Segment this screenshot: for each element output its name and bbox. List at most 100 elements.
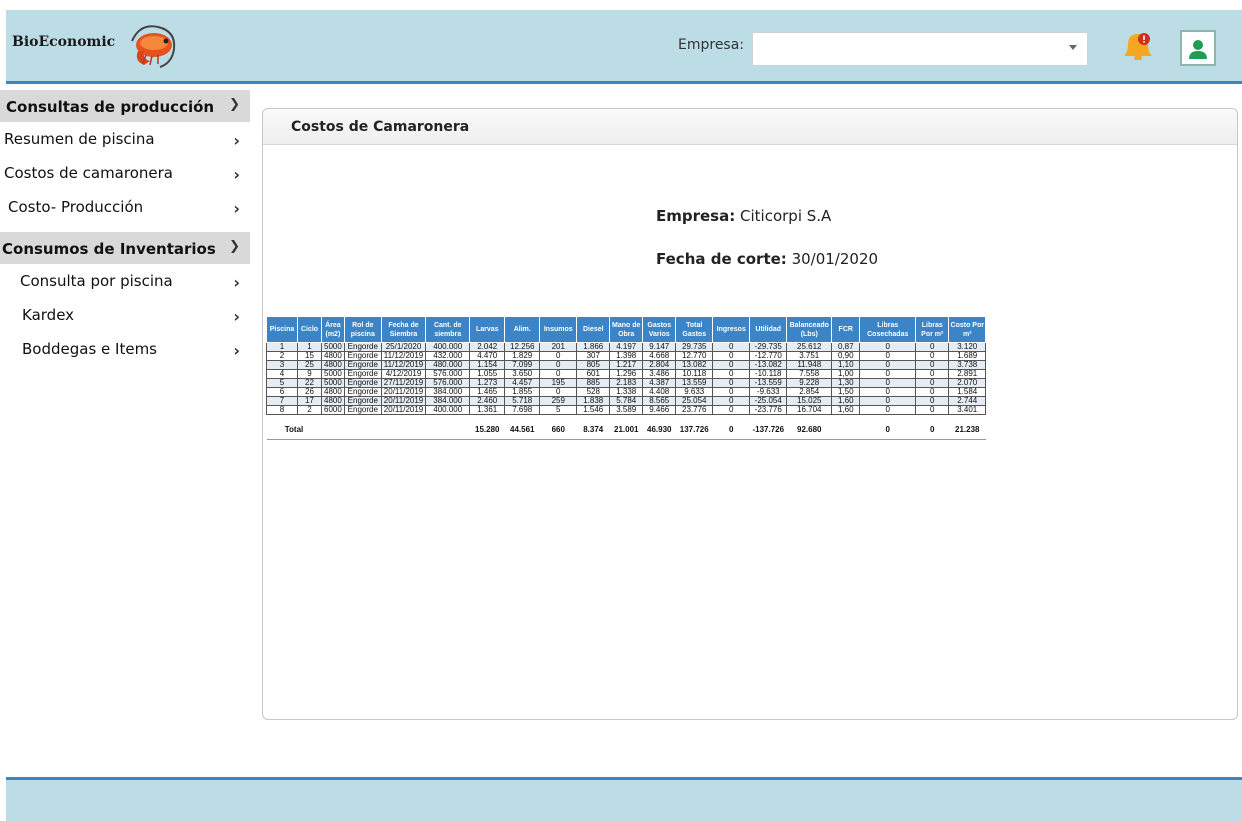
top-header: BioEconomic Empresa: — [6, 10, 1242, 84]
sidebar-group-inventarios[interactable]: Consumos de Inventarios ❯ — [0, 232, 250, 264]
empresa-info-value: Citicorpi S.A — [740, 207, 832, 225]
total-cell — [831, 421, 860, 440]
sidebar-item-kardex[interactable]: Kardex › — [0, 306, 250, 332]
table-cell: 3.401 — [948, 405, 987, 415]
table-cell — [321, 421, 470, 440]
table-cell: 400.000 — [425, 405, 471, 415]
sidebar: Consultas de producción ❯ Resumen de pis… — [0, 90, 250, 366]
fecha-corte-info: Fecha de corte: 30/01/2020 — [656, 250, 878, 268]
chevron-right-icon: › — [233, 341, 240, 360]
table-cell: 3.589 — [609, 405, 644, 415]
column-header: FCR — [831, 316, 861, 343]
total-cell: 8.374 — [576, 421, 610, 440]
fecha-corte-label: Fecha de corte: — [656, 250, 787, 268]
total-cell: 0 — [859, 421, 916, 440]
column-header: Total Gastos — [675, 316, 714, 343]
column-header: Piscina — [266, 316, 298, 343]
sidebar-group-label: Consultas de producción — [6, 98, 215, 116]
table-cell: 0 — [712, 405, 751, 415]
empresa-info-label: Empresa: — [656, 207, 736, 225]
column-header: Utilidad — [749, 316, 788, 343]
column-header: Área (m2) — [321, 316, 345, 343]
bell-icon[interactable] — [1118, 28, 1158, 64]
column-header: Larvas — [469, 316, 506, 343]
sidebar-item-bodegas-items[interactable]: Boddegas e Items › — [0, 340, 250, 366]
brand-name[interactable]: BioEconomic — [12, 34, 115, 50]
table-cell: 16.704 — [786, 405, 833, 415]
total-cell: 15.280 — [469, 421, 505, 440]
table-cell: 2 — [297, 405, 322, 415]
total-cell: 92.680 — [786, 421, 832, 440]
empresa-select[interactable] — [752, 32, 1088, 66]
column-header: Gastos Varios — [642, 316, 677, 343]
table-cell: 7.698 — [504, 405, 541, 415]
sidebar-item-costo-produccion[interactable]: Costo- Producción › — [0, 198, 250, 224]
user-profile-button[interactable] — [1180, 30, 1216, 66]
total-cell: 46.930 — [642, 421, 676, 440]
chevron-right-icon: › — [233, 131, 240, 150]
table-cell: 0 — [859, 405, 917, 415]
table-cell: Engorde — [343, 405, 382, 415]
column-header: Diesel — [576, 316, 611, 343]
sidebar-item-label: Costos de camaronera — [4, 164, 173, 182]
total-cell: 660 — [539, 421, 577, 440]
shrimp-logo[interactable] — [124, 21, 180, 71]
sidebar-item-costos-camaronera[interactable]: Costos de camaronera › — [0, 164, 250, 190]
total-cell: 44.561 — [504, 421, 540, 440]
column-header: Costo Por m² — [948, 316, 987, 343]
table-cell: 5 — [539, 405, 578, 415]
chevron-right-icon: › — [233, 307, 240, 326]
column-header: Libras Por m² — [915, 316, 950, 343]
page-footer — [6, 777, 1242, 821]
table-cell: 9.466 — [642, 405, 677, 415]
chevron-down-icon: ❯ — [229, 97, 240, 112]
column-header: Mano de Obra — [609, 316, 644, 343]
column-header: Fecha de Siembra — [380, 316, 427, 343]
sidebar-group-label: Consumos de Inventarios — [2, 240, 216, 258]
total-cell: -137.726 — [749, 421, 787, 440]
sidebar-item-label: Boddegas e Items — [22, 340, 157, 358]
total-cell: 0 — [712, 421, 750, 440]
total-cell: 21.238 — [948, 421, 986, 440]
column-header: Rol de piscina — [343, 316, 382, 343]
table-cell: 20/11/2019 — [380, 405, 427, 415]
table-cell: 23.776 — [675, 405, 714, 415]
table-cell: 6000 — [321, 405, 345, 415]
table-row: 8 2 6000 Engorde 20/11/2019 400.000 1.361 7.698… — [266, 405, 987, 415]
chevron-down-icon — [1069, 45, 1077, 50]
table-cell: 0 — [915, 405, 950, 415]
empresa-label: Empresa: — [678, 37, 745, 53]
table-header-row: Piscina Ciclo Área (m2) Rol de piscina Fecha… — [266, 316, 987, 343]
empresa-info: Empresa: Citicorpi S.A — [656, 207, 831, 225]
chevron-right-icon: › — [233, 165, 240, 184]
sidebar-item-label: Consulta por piscina — [20, 272, 173, 290]
sidebar-item-label: Resumen de piscina — [4, 130, 155, 148]
sidebar-item-resumen-piscina[interactable]: Resumen de piscina › — [0, 130, 250, 156]
table-cell: 8 — [266, 405, 298, 415]
table-spacer — [267, 415, 986, 422]
chevron-right-icon: › — [233, 273, 240, 292]
panel-title: Costos de Camaronera — [263, 109, 1237, 145]
total-cell: 21.001 — [609, 421, 643, 440]
table-total-row: Total 15.280 44.561 660 8.374 21.001 46.930 137… — [266, 421, 986, 440]
fecha-corte-value: 30/01/2020 — [791, 250, 879, 268]
sidebar-item-label: Kardex — [22, 306, 75, 324]
total-cell: 137.726 — [675, 421, 713, 440]
column-header: Ingresos — [712, 316, 751, 343]
column-header: Balanceado (Lbs) — [786, 316, 833, 343]
table-cell: 1.361 — [469, 405, 506, 415]
column-header: Alim. — [504, 316, 541, 343]
table-cell: -23.776 — [749, 405, 788, 415]
chevron-down-icon: ❯ — [229, 239, 240, 254]
table-cell: 1.546 — [576, 405, 611, 415]
user-icon — [1189, 40, 1207, 59]
chevron-right-icon: › — [233, 199, 240, 218]
column-header: Ciclo — [297, 316, 322, 343]
sidebar-item-consulta-piscina[interactable]: Consulta por piscina › — [0, 272, 250, 298]
total-label: Total — [266, 421, 322, 440]
sidebar-item-label: Costo- Producción — [8, 198, 144, 216]
report-panel: Costos de Camaronera Empresa: Citicorpi … — [262, 108, 1238, 720]
column-header: Libras Cosechadas — [859, 316, 917, 343]
sidebar-group-consultas[interactable]: Consultas de producción ❯ — [0, 90, 250, 122]
costs-table: Piscina Ciclo Área (m2) Rol de piscina Fecha… — [266, 316, 987, 440]
